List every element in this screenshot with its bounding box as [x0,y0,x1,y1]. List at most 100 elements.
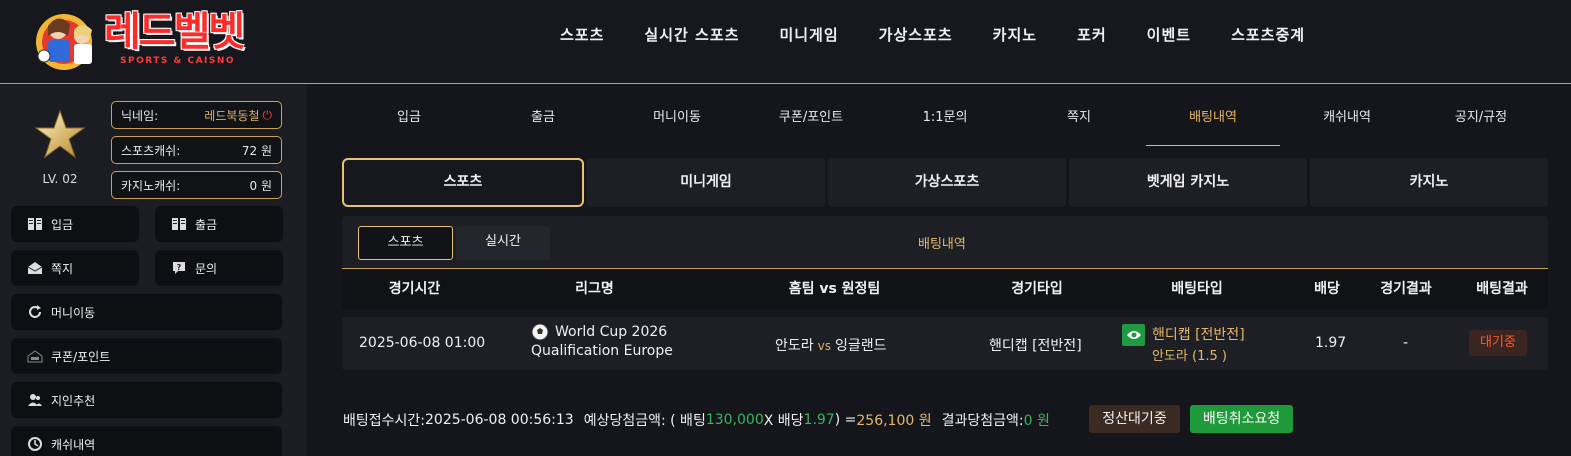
sidebar-cash-history-label: 캐쉬내역 [51,437,96,452]
level-star-icon [34,109,86,159]
sports-cash-box: 스포츠캐쉬: 72 원 [111,136,282,164]
sidebar-inquiry-button[interactable]: ? 문의 [155,250,283,286]
sidebar-withdraw-button[interactable]: 출금 [155,206,283,242]
nav-casino[interactable]: 카지노 [993,24,1037,45]
col-teams: 홈팀 vs 원정팀 [788,281,881,297]
table-header: 경기시간 리그명 홈팀 vs 원정팀 경기타입 배팅타입 배당 경기결과 배팅결… [342,269,1548,309]
game-tab-minigame[interactable]: 미니게임 [587,158,825,207]
row-teams: 안도라 vs 잉글랜드 [775,335,887,355]
user-level: LV. 02 [42,172,78,186]
sidebar-cash-history-button[interactable]: 캐쉬내역 [11,426,282,456]
logo-text: 레드벨벳 [104,9,245,55]
panel-title: 배팅내역 [918,237,966,252]
coupon-icon [27,348,43,364]
logo-mascot-icon [36,14,92,70]
logo-subtitle: SPORTS & CAISNO [120,56,236,66]
sidebar-referral-button[interactable]: 지인추천 [11,382,282,418]
col-league: 리그명 [575,281,614,297]
cancel-bet-button[interactable]: 배팅취소요청 [1190,405,1293,433]
sidebar: LV. 02 닉네임: 레드북동철 ⏻ 스포츠캐쉬: 72 원 카지노캐쉬: 0… [0,85,307,456]
received-label: 배팅접수시간: [343,413,425,429]
nickname-label: 닉네임: [121,108,159,123]
bet-result-badge: 대기중 [1469,330,1527,356]
logout-power-icon[interactable]: ⏻ [263,108,273,123]
expected-label: 예상당첨금액: ( 배팅 [583,413,706,429]
game-tab-sports[interactable]: 스포츠 [342,158,584,207]
col-odds: 배당 [1314,281,1340,297]
sub-tab-live[interactable]: 실시간 [456,226,550,260]
site-logo[interactable]: 레드벨벳 SPORTS & CAISNO [34,6,254,74]
soccer-ball-icon [531,323,549,341]
home-team: 안도라 [775,338,814,354]
sidebar-inquiry-label: 문의 [195,261,218,276]
tab-deposit[interactable]: 입금 [342,100,476,146]
refresh-icon [27,304,43,320]
nav-sports-broadcast[interactable]: 스포츠중계 [1231,24,1305,45]
sidebar-message-button[interactable]: 쪽지 [11,250,139,286]
vs-label: vs [817,339,831,353]
equals-label: ) = [834,412,857,428]
bet-type-line1: 핸디캡 [전반전] [1152,327,1245,343]
league-line2: Qualification Europe [531,343,673,359]
sidebar-money-transfer-button[interactable]: 머니이동 [11,294,282,330]
sports-cash-value: 72 원 [241,143,272,158]
header: 레드벨벳 SPORTS & CAISNO 스포츠 실시간 스포츠 미니게임 가상… [0,0,1571,84]
sports-cash-label: 스포츠캐쉬: [121,143,181,158]
users-icon [27,392,43,408]
sidebar-message-label: 쪽지 [51,261,74,276]
history-icon [27,436,43,452]
col-game-time: 경기시간 [388,281,441,297]
summary-odds: 1.97 [803,412,835,428]
times-odds-label: X 배당 [763,413,804,429]
eye-icon[interactable] [1122,324,1145,346]
casino-cash-value: 0 원 [249,178,273,193]
tab-coupon-point[interactable]: 쿠폰/포인트 [744,100,878,146]
game-tab-casino[interactable]: 카지노 [1310,158,1548,207]
nickname-box: 닉네임: 레드북동철 ⏻ [111,101,282,129]
casino-cash-box: 카지노캐쉬: 0 원 [111,171,282,199]
nav-minigame[interactable]: 미니게임 [779,24,838,45]
sidebar-coupon-button[interactable]: 쿠폰/포인트 [11,338,282,374]
tab-notice-rules[interactable]: 공지/규정 [1414,100,1548,146]
envelope-icon [27,260,43,276]
sidebar-deposit-button[interactable]: 입금 [11,206,139,242]
game-tab-virtual-sports[interactable]: 가상스포츠 [828,158,1066,207]
bet-amount: 130,000 [705,412,764,428]
row-odds: 1.97 [1315,335,1347,351]
nav-sports[interactable]: 스포츠 [560,24,604,45]
col-game-result: 경기결과 [1380,281,1432,297]
sub-tab-sports[interactable]: 스포츠 [358,226,453,260]
svg-text:?: ? [177,263,182,272]
tab-inquiry[interactable]: 1:1문의 [878,100,1012,146]
row-league: World Cup 2026 Qualification Europe [531,323,731,359]
tab-betting-history[interactable]: 배팅내역 [1146,100,1280,146]
deposit-icon [27,216,43,232]
account-tabs: 입금 출금 머니이동 쿠폰/포인트 1:1문의 쪽지 배팅내역 캐쉬내역 공지/… [342,100,1548,146]
nav-virtual-sports[interactable]: 가상스포츠 [879,24,953,45]
tab-money-transfer[interactable]: 머니이동 [610,100,744,146]
col-game-type: 경기타입 [1011,281,1063,297]
game-tab-betgame-casino[interactable]: 벳게임 카지노 [1069,158,1307,207]
nav-event[interactable]: 이벤트 [1147,24,1191,45]
away-team: 잉글랜드 [835,338,887,354]
expected-value: 256,100 원 [856,413,932,429]
bet-type-line2: 안도라 (1.5 ) [1152,349,1227,364]
tab-withdraw[interactable]: 출금 [476,100,610,146]
sidebar-money-transfer-label: 머니이동 [51,305,96,320]
tab-cash-history[interactable]: 캐쉬내역 [1280,100,1414,146]
sidebar-deposit-label: 입금 [51,217,74,232]
settle-pending-button[interactable]: 정산대기중 [1089,405,1180,433]
result-value: 0 원 [1023,413,1050,429]
tab-message[interactable]: 쪽지 [1012,100,1146,146]
col-bet-result: 배팅결과 [1476,281,1528,297]
nav-poker[interactable]: 포커 [1077,24,1107,45]
game-tabs: 스포츠 미니게임 가상스포츠 벳게임 카지노 카지노 [342,158,1548,207]
casino-cash-label: 카지노캐쉬: [121,178,181,193]
row-game-type: 핸디캡 [전반전] [989,338,1082,354]
league-line1: World Cup 2026 [555,324,668,340]
nav-live-sports[interactable]: 실시간 스포츠 [644,24,739,45]
question-bubble-icon: ? [171,260,187,276]
row-game-result: - [1403,335,1409,351]
bet-summary: 배팅접수시간: 2025-06-08 00:56:13 예상당첨금액: ( 배팅… [343,410,1050,430]
withdraw-icon [171,216,187,232]
